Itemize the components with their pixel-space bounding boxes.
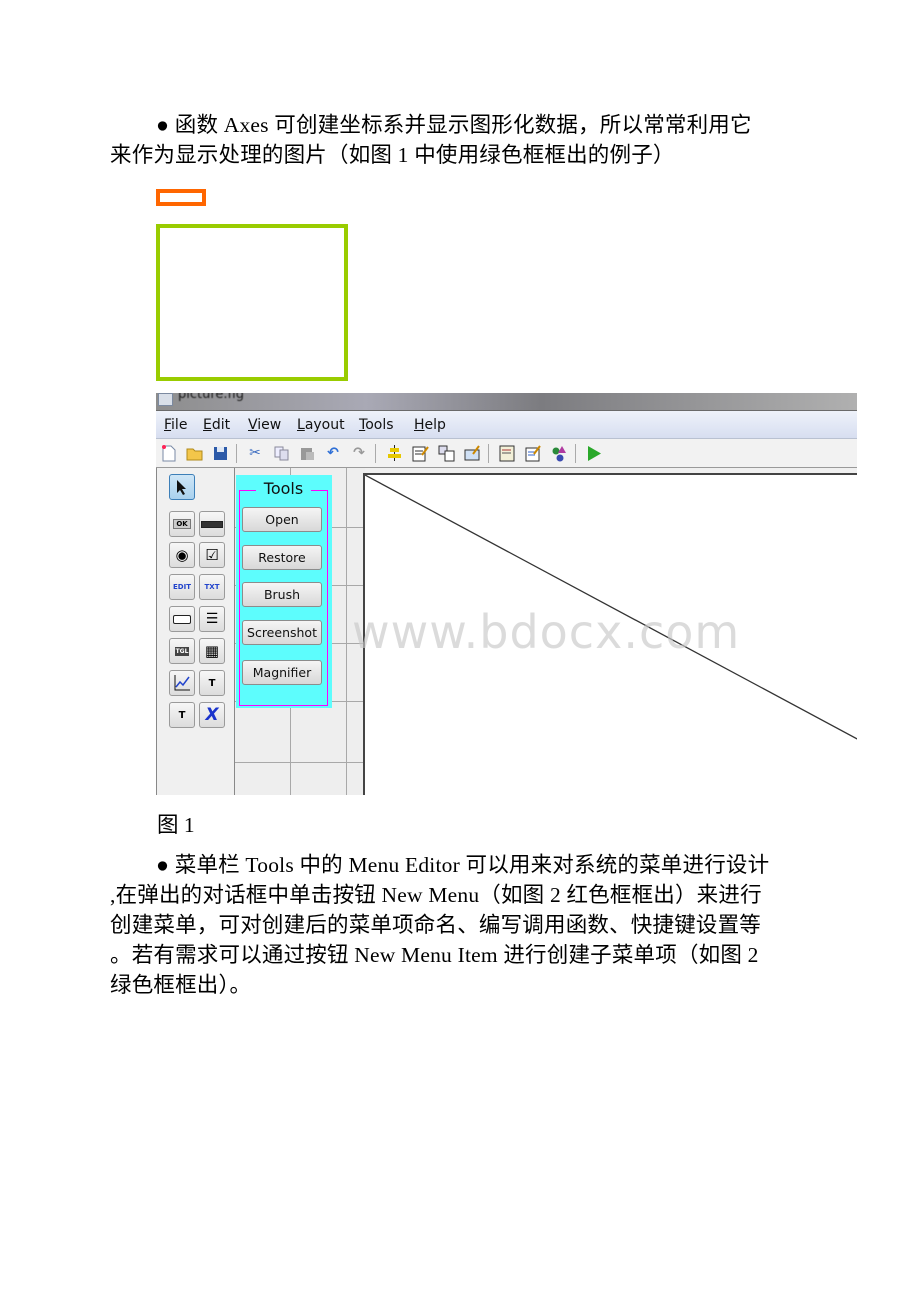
static-text-tool[interactable]: TXT <box>199 574 225 600</box>
slider-tool[interactable] <box>199 511 225 537</box>
menu-bar: File Edit View Layout Tools Help <box>156 411 857 439</box>
paragraph-line: 绿色框框出）。 <box>110 973 252 997</box>
paragraph-axes: ● 函数 Axes 可创建坐标系并显示图形化数据，所以常常利用它 来作为显示处理… <box>110 110 810 170</box>
axes-tool[interactable] <box>169 670 195 696</box>
paragraph-menu-editor: ● 菜单栏 Tools 中的 Menu Editor 可以用来对系统的菜单进行设… <box>110 850 810 1000</box>
property-inspector-icon[interactable] <box>524 444 542 462</box>
open-folder-icon[interactable] <box>185 444 203 462</box>
grid-line <box>235 762 365 763</box>
align-icon[interactable] <box>385 444 403 462</box>
brush-button[interactable]: Brush <box>242 582 322 607</box>
figure-caption: 图 1 <box>157 813 195 837</box>
run-icon[interactable] <box>585 444 603 462</box>
copy-icon[interactable] <box>272 444 290 462</box>
menu-tools[interactable]: Tools <box>359 417 394 433</box>
edit-text-tool[interactable]: EDIT <box>169 574 195 600</box>
plot-line <box>365 475 857 740</box>
toolbar-editor-icon[interactable] <box>463 444 481 462</box>
toolbar: ✂ ↶ ↷ <box>156 439 857 468</box>
orange-highlight-box <box>156 189 206 206</box>
paragraph-line: 来作为显示处理的图片（如图 1 中使用绿色框框出的例子） <box>110 143 675 167</box>
paragraph-line: ● 菜单栏 Tools 中的 Menu Editor 可以用来对系统的菜单进行设… <box>156 853 770 877</box>
menu-view[interactable]: View <box>248 417 281 433</box>
object-browser-icon[interactable] <box>550 444 568 462</box>
select-tool[interactable] <box>169 474 195 500</box>
axes-area[interactable] <box>363 473 857 795</box>
undo-icon[interactable]: ↶ <box>324 444 342 462</box>
radio-button-tool[interactable]: ◉ <box>169 542 195 568</box>
paragraph-line: ● 函数 Axes 可创建坐标系并显示图形化数据，所以常常利用它 <box>156 113 752 137</box>
toolbar-separator <box>375 444 376 463</box>
open-button[interactable]: Open <box>242 507 322 532</box>
checkbox-tool[interactable]: ☑ <box>199 542 225 568</box>
axes-plot <box>365 475 857 740</box>
grid-line <box>346 468 347 795</box>
listbox-tool[interactable]: ☰ <box>199 606 225 632</box>
window-title: picture.fig <box>178 393 244 402</box>
paste-icon[interactable] <box>298 444 316 462</box>
screenshot-button[interactable]: Screenshot <box>242 620 322 645</box>
toolbar-separator <box>575 444 576 463</box>
component-palette: OK ◉ ☑ EDIT TXT ☰ TGL ▦ T T X <box>156 468 235 795</box>
toolbar-separator <box>488 444 489 463</box>
restore-button[interactable]: Restore <box>242 545 322 570</box>
window-icon <box>158 393 173 406</box>
cut-icon[interactable]: ✂ <box>246 444 264 462</box>
menu-editor-icon[interactable] <box>411 444 429 462</box>
button-group-tool[interactable]: T <box>169 702 195 728</box>
green-highlight-box <box>156 224 348 381</box>
paragraph-line: 。若有需求可以通过按钮 New Menu Item 进行创建子菜单项（如图 2 <box>110 943 759 967</box>
table-tool[interactable]: ▦ <box>199 638 225 664</box>
new-file-icon[interactable] <box>160 444 178 462</box>
tab-order-icon[interactable] <box>437 444 455 462</box>
save-icon[interactable] <box>211 444 229 462</box>
window-title-bar: picture.fig <box>156 393 857 411</box>
activex-tool[interactable]: X <box>199 702 225 728</box>
toggle-button-tool[interactable]: TGL <box>169 638 195 664</box>
magnifier-button[interactable]: Magnifier <box>242 660 322 685</box>
menu-help[interactable]: Help <box>414 417 446 433</box>
redo-icon[interactable]: ↷ <box>350 444 368 462</box>
toolbar-separator <box>236 444 237 463</box>
paragraph-line: 创建菜单，可对创建后的菜单项命名、编写调用函数、快捷键设置等 <box>110 913 762 937</box>
tools-panel-title: Tools <box>256 479 311 498</box>
push-button-tool[interactable]: OK <box>169 511 195 537</box>
menu-edit[interactable]: Edit <box>203 417 230 433</box>
guide-window-screenshot: picture.fig File Edit View Layout Tools … <box>156 393 857 795</box>
menu-file[interactable]: File <box>164 417 187 433</box>
mfile-editor-icon[interactable] <box>498 444 516 462</box>
menu-layout[interactable]: Layout <box>297 417 345 433</box>
popup-menu-tool[interactable] <box>169 606 195 632</box>
panel-tool[interactable]: T <box>199 670 225 696</box>
paragraph-line: ,在弹出的对话框中单击按钮 New Menu（如图 2 红色框框出）来进行 <box>110 883 762 907</box>
